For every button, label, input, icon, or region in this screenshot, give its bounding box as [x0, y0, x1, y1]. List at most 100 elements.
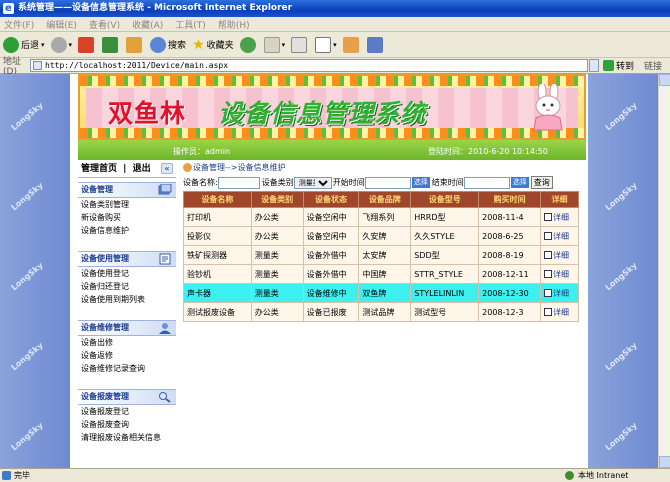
detail-cell: 详细 — [540, 226, 579, 246]
nav-top-bar: 管理首页 | 退出 « — [78, 160, 176, 178]
nav-group-usage: 设备使用管理 设备使用登记 设备归还登记 设备使用到期列表 — [78, 251, 176, 306]
back-button[interactable]: 后退 ▾ — [3, 36, 45, 53]
forward-arrow-icon — [50, 36, 67, 53]
menu-tools[interactable]: 工具(T) — [175, 18, 206, 31]
print-button[interactable] — [291, 36, 309, 53]
nav-item-usage-register[interactable]: 设备使用登记 — [78, 267, 176, 280]
table-row[interactable]: 铁矿探测器 测量类 设备外借中 太安牌 SDD型 2008-8-19 详细 — [183, 245, 579, 265]
table-row[interactable]: 声卡器 测量类 设备维修中 双鱼牌 STYLELINLIN 2008-12-30 详细 — [183, 283, 579, 303]
watermark: LongSky — [9, 180, 45, 213]
links-button[interactable]: 链接 — [644, 59, 662, 72]
refresh-button[interactable] — [102, 36, 120, 53]
discuss-button[interactable] — [342, 36, 361, 53]
history-icon — [239, 36, 256, 53]
banner-title-system: 设备信息管理系统 — [218, 99, 427, 128]
nav-item-scrap-query[interactable]: 设备报废查询 — [78, 418, 176, 431]
watermark: LongSky — [603, 180, 639, 213]
start-time-input[interactable] — [364, 176, 411, 189]
menu-file[interactable]: 文件(F) — [4, 18, 34, 31]
stop-button[interactable] — [78, 36, 96, 53]
table-cell: 声卡器 — [183, 283, 252, 303]
nav-item-device-info-maintain[interactable]: 设备信息维护 — [78, 224, 176, 237]
mail-button[interactable]: ▾ — [263, 36, 285, 53]
favorites-button[interactable]: ★ 收藏夹 — [192, 37, 234, 53]
table-row[interactable]: 打印机 办公类 设备空闲中 飞翔系列 HRRD型 2008-11-4 详细 — [183, 207, 579, 227]
refresh-icon — [102, 36, 119, 53]
messenger-button[interactable] — [366, 36, 385, 53]
detail-link[interactable]: 详细 — [544, 231, 578, 242]
device-name-input[interactable] — [217, 176, 260, 189]
page-viewport: LongSky LongSky LongSky LongSky LongSky … — [0, 74, 658, 468]
table-cell: STTR_STYLE — [410, 264, 480, 284]
nav-separator: | — [123, 164, 127, 174]
nav-group-header[interactable]: 设备管理 — [78, 182, 176, 198]
nav-item-device-category[interactable]: 设备类别管理 — [78, 198, 176, 211]
login-time-label: 登陆时间：2010-6-20 10:14:50 — [428, 147, 548, 156]
detail-link[interactable]: 详细 — [544, 269, 578, 280]
scroll-down-button[interactable] — [659, 456, 670, 468]
detail-link[interactable]: 详细 — [544, 288, 578, 299]
menu-favorites[interactable]: 收藏(A) — [132, 18, 163, 31]
detail-link[interactable]: 详细 — [544, 307, 578, 318]
forward-button[interactable]: ▾ — [50, 36, 73, 53]
address-dropdown-button[interactable] — [589, 59, 599, 72]
vertical-scrollbar[interactable] — [658, 74, 670, 468]
nav-item-repair-out[interactable]: 设备出修 — [78, 336, 176, 349]
chevron-down-icon: ▾ — [41, 40, 45, 49]
start-time-select-button[interactable]: 选择 — [411, 177, 430, 188]
history-button[interactable] — [239, 36, 258, 53]
table-cell: 2008-12-11 — [478, 264, 542, 284]
table-row[interactable]: 验钞机 测量类 设备外借中 中国牌 STTR_STYLE 2008-12-11 详细 — [183, 264, 579, 284]
banner-title-brand: 双鱼林 — [108, 99, 187, 128]
go-button[interactable]: 转到 — [603, 59, 634, 72]
collapse-nav-button[interactable]: « — [161, 163, 173, 174]
end-time-select-button[interactable]: 选择 — [510, 177, 529, 188]
table-cell: 测量类 — [250, 245, 304, 265]
breadcrumb: 设备管理-->设备信息维护 — [183, 162, 285, 173]
detail-cell: 详细 — [540, 207, 579, 227]
detail-link[interactable]: 详细 — [544, 250, 578, 261]
device-type-select[interactable]: 测量类 — [293, 176, 332, 189]
menu-view[interactable]: 查看(V) — [89, 18, 120, 31]
nav-item-new-device-purchase[interactable]: 新设备购买 — [78, 211, 176, 224]
scroll-up-button[interactable] — [659, 74, 670, 86]
table-row[interactable]: 投影仪 办公类 设备空闲中 久安牌 久久STYLE 2008-6-25 详细 — [183, 226, 579, 246]
nav-item-scrap-cleanup[interactable]: 清理报废设备相关信息 — [78, 431, 176, 444]
nav-group-header[interactable]: 设备报废管理 — [78, 389, 176, 405]
address-input[interactable]: http://localhost:2011/Device/main.aspx — [30, 59, 588, 72]
table-row[interactable]: 测试报废设备 办公类 设备已报废 测试品牌 测试型号 2008-12-3 详细 — [183, 302, 579, 322]
address-url: http://localhost:2011/Device/main.aspx — [45, 61, 229, 70]
detail-link[interactable]: 详细 — [544, 212, 578, 223]
nav-group-repair: 设备维修管理 设备出修 设备返修 设备维修记录查询 — [78, 320, 176, 375]
menu-edit[interactable]: 编辑(E) — [46, 18, 77, 31]
bunny-mascot-icon — [533, 84, 563, 131]
nav-item-return-register[interactable]: 设备归还登记 — [78, 280, 176, 293]
search-icon — [159, 392, 171, 403]
search-button[interactable]: 搜索 — [150, 36, 186, 53]
nav-item-scrap-register[interactable]: 设备报废登记 — [78, 405, 176, 418]
table-cell: 2008-11-4 — [478, 207, 542, 227]
nav-item-usage-expiry-list[interactable]: 设备使用到期列表 — [78, 293, 176, 306]
nav-group-header[interactable]: 设备使用管理 — [78, 251, 176, 267]
detail-icon — [544, 213, 553, 221]
menu-help[interactable]: 帮助(H) — [218, 18, 250, 31]
query-button[interactable]: 查询 — [530, 176, 553, 189]
start-time-label: 开始时间 — [332, 178, 365, 187]
logout-link[interactable]: 退出 — [133, 164, 151, 174]
home-button[interactable] — [126, 36, 144, 53]
watermark: LongSky — [9, 340, 45, 373]
edit-button[interactable]: ▾ — [315, 36, 337, 53]
nav-group-header[interactable]: 设备维修管理 — [78, 320, 176, 336]
window-title-bar: 系统管理——设备信息管理系统 - Microsoft Internet Expl… — [0, 0, 670, 17]
end-time-input[interactable] — [463, 176, 510, 189]
end-time-label: 结束时间 — [431, 178, 464, 187]
user-group-icon — [159, 323, 171, 334]
detail-label: 详细 — [553, 288, 570, 298]
nav-item-repair-return[interactable]: 设备返修 — [78, 349, 176, 362]
nav-item-repair-records[interactable]: 设备维修记录查询 — [78, 362, 176, 375]
chevron-down-icon: ▾ — [68, 40, 73, 49]
table-cell: 办公类 — [250, 302, 304, 322]
watermark: LongSky — [603, 100, 639, 133]
messenger-icon — [366, 36, 383, 53]
home-link[interactable]: 管理首页 — [81, 164, 117, 174]
